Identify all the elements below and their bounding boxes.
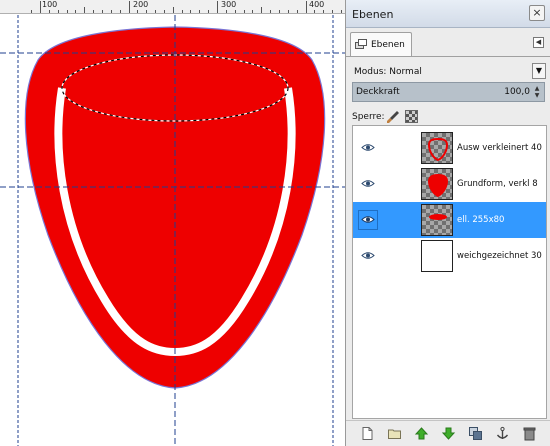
lock-alpha-icon[interactable]	[405, 110, 418, 123]
ruler-tick	[235, 10, 236, 13]
canvas-artwork	[0, 15, 345, 446]
layer-toolbar	[346, 420, 550, 446]
ruler-tick	[137, 10, 138, 13]
layer-row-selected[interactable]: ell. 255x80	[353, 202, 546, 238]
ruler-label-200: 200	[133, 0, 149, 9]
ruler-tick	[199, 10, 200, 13]
lock-label: Sperre:	[352, 112, 385, 122]
dock-menu-icon[interactable]: ◀	[533, 37, 544, 48]
horizontal-ruler[interactable]: 100 200 300 400	[0, 0, 345, 14]
ruler-tick	[270, 10, 271, 13]
ruler-tick	[155, 10, 156, 13]
ruler-tick	[314, 10, 315, 13]
lock-pixels-icon[interactable]	[386, 110, 400, 124]
shield-outline-icon	[427, 137, 449, 162]
layer-list[interactable]: Ausw verkleinert 40 Grundform, verkl 8 e…	[352, 125, 547, 419]
ruler-tick	[244, 10, 245, 13]
close-icon[interactable]: ×	[529, 5, 545, 21]
opacity-slider[interactable]: Deckkraft 100,0 ▲ ▼	[352, 82, 545, 102]
ruler-tick	[226, 10, 227, 13]
layer-name: Grundform, verkl 8	[457, 179, 538, 189]
ruler-tick	[332, 10, 333, 13]
opacity-value: 100,0	[504, 87, 530, 97]
delete-layer-icon[interactable]	[522, 426, 537, 441]
eye-icon[interactable]	[361, 143, 375, 152]
ruler-tick	[261, 7, 262, 13]
layer-thumbnail	[421, 168, 453, 200]
ruler-tick	[341, 10, 342, 13]
ruler-tick	[49, 10, 50, 13]
ruler-tick	[323, 10, 324, 13]
ruler-tick	[58, 10, 59, 13]
ruler-tick	[217, 1, 218, 13]
ruler-tick	[129, 1, 130, 13]
image-canvas[interactable]	[0, 15, 345, 446]
ruler-tick	[146, 10, 147, 13]
layer-name: Ausw verkleinert 40	[457, 143, 542, 153]
ruler-tick	[67, 10, 68, 13]
layer-row[interactable]: weichgezeichnet 30	[353, 238, 546, 274]
dock-tab-row: Ebenen ◀	[346, 28, 550, 56]
layer-row[interactable]: Grundform, verkl 8	[353, 166, 546, 202]
anchor-layer-icon[interactable]	[495, 426, 510, 441]
duplicate-layer-icon[interactable]	[468, 426, 483, 441]
ruler-tick	[288, 10, 289, 13]
layer-name: ell. 255x80	[457, 215, 505, 225]
ruler-tick	[279, 10, 280, 13]
layer-thumbnail	[421, 204, 453, 236]
ruler-tick	[84, 7, 85, 13]
ruler-label-100: 100	[42, 0, 58, 9]
ellipse-icon	[429, 214, 447, 220]
tab-divider	[346, 56, 550, 57]
new-layer-icon[interactable]	[360, 426, 375, 441]
opacity-label: Deckkraft	[356, 87, 400, 97]
dock-titlebar[interactable]: Ebenen ×	[346, 0, 550, 28]
eye-icon[interactable]	[361, 179, 375, 188]
tab-layers[interactable]: Ebenen	[350, 32, 412, 56]
layer-thumbnail	[421, 240, 453, 272]
eye-icon[interactable]	[361, 251, 375, 260]
raise-layer-icon[interactable]	[414, 426, 429, 441]
ruler-label-400: 400	[309, 0, 325, 9]
spin-arrows-icon[interactable]: ▲ ▼	[532, 85, 542, 99]
ruler-tick	[297, 10, 298, 13]
layer-thumbnail	[421, 132, 453, 164]
ruler-tick	[173, 7, 174, 13]
mode-label: Modus: Normal	[354, 67, 422, 77]
ruler-tick	[182, 10, 183, 13]
new-group-icon[interactable]	[387, 426, 402, 441]
dock-title: Ebenen	[352, 8, 394, 21]
ruler-tick	[31, 10, 32, 13]
layers-dock: Ebenen × Ebenen ◀ ▼ Modus: Normal Deckkr…	[345, 0, 550, 446]
layer-row[interactable]: Ausw verkleinert 40	[353, 130, 546, 166]
tab-layers-label: Ebenen	[371, 40, 405, 50]
ruler-tick	[190, 10, 191, 13]
layers-icon	[355, 39, 367, 49]
lower-layer-icon[interactable]	[441, 426, 456, 441]
shield-filled-icon	[428, 174, 448, 197]
eye-icon[interactable]	[361, 215, 375, 224]
ruler-tick	[40, 1, 41, 13]
ruler-tick	[75, 10, 76, 13]
ruler-tick	[102, 10, 103, 13]
ruler-tick	[120, 10, 121, 13]
ruler-tick	[93, 10, 94, 13]
ruler-tick	[306, 1, 307, 13]
ruler-tick	[252, 10, 253, 13]
ruler-tick	[208, 10, 209, 13]
layer-name: weichgezeichnet 30	[457, 251, 542, 261]
ruler-label-300: 300	[221, 0, 237, 9]
chevron-down-icon[interactable]: ▼	[532, 63, 546, 79]
ruler-tick	[111, 10, 112, 13]
ruler-tick	[164, 10, 165, 13]
